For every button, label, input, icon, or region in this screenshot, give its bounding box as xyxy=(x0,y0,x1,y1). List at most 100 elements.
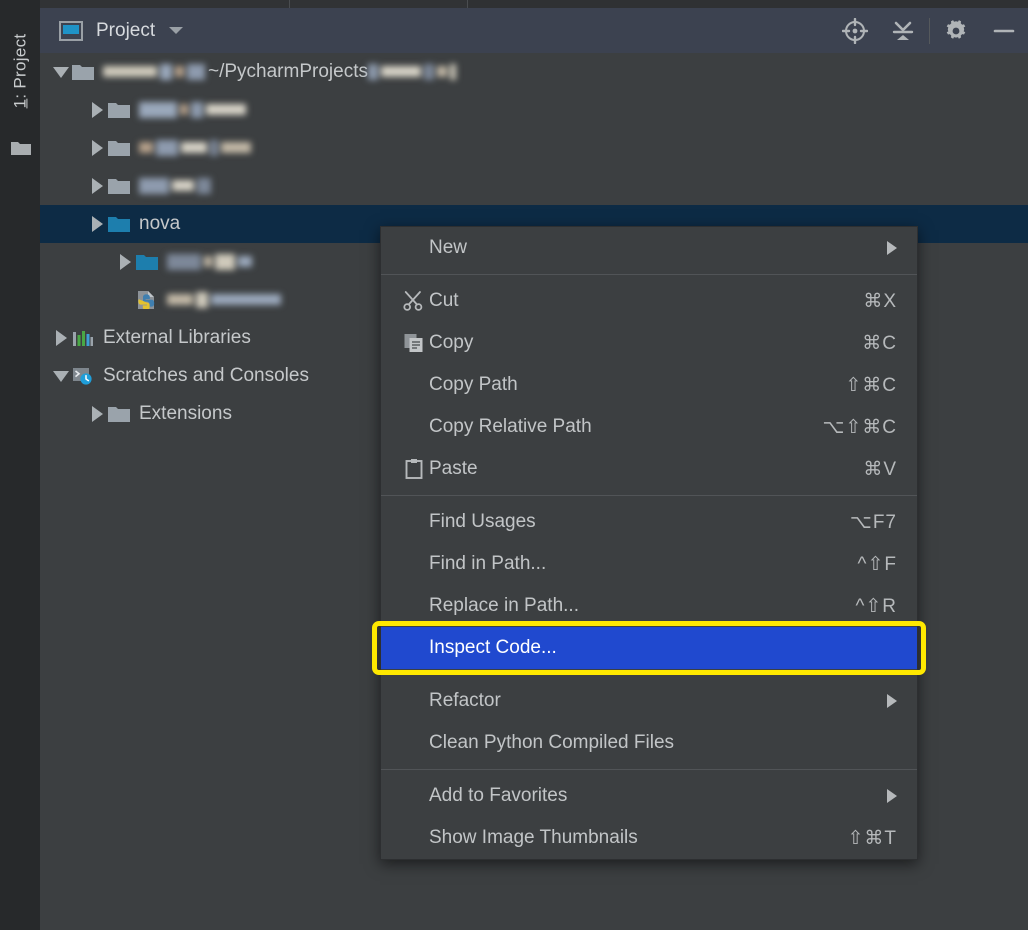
page-title: Project xyxy=(96,19,156,41)
menu-item-new[interactable]: New xyxy=(381,227,917,269)
chevron-down-icon[interactable] xyxy=(169,27,184,34)
expand-arrow-icon[interactable] xyxy=(86,406,108,422)
folder-icon xyxy=(72,63,94,81)
menu-separator xyxy=(381,674,917,675)
tree-item-label: External Libraries xyxy=(103,327,251,348)
menu-item-label: Clean Python Compiled Files xyxy=(429,732,675,753)
menu-item-add-to-favorites[interactable]: Add to Favorites xyxy=(381,775,917,817)
folder-icon xyxy=(108,139,130,157)
menu-item-label: New xyxy=(429,237,468,258)
expand-arrow-icon[interactable] xyxy=(114,254,136,270)
tree-item-label: Extensions xyxy=(139,403,232,424)
menu-item-shortcut: ⌘V xyxy=(863,458,897,480)
menu-item-find-usages[interactable]: Find Usages ⌥F7 xyxy=(381,501,917,543)
menu-item-refactor[interactable]: Refactor xyxy=(381,680,917,722)
redacted-text xyxy=(139,99,249,121)
redacted-text xyxy=(167,251,255,273)
menu-item-label: Find in Path... xyxy=(429,553,547,574)
collapse-all-icon[interactable] xyxy=(879,8,927,53)
folder-redacted-3[interactable] xyxy=(40,167,1028,205)
menu-item-label: Copy xyxy=(429,332,474,353)
menu-item-label: Find Usages xyxy=(429,511,536,532)
menu-item-shortcut: ^⇧R xyxy=(855,595,897,617)
gear-icon[interactable] xyxy=(932,8,980,53)
expand-arrow-icon[interactable] xyxy=(86,140,108,156)
submenu-arrow-icon xyxy=(887,694,897,708)
menu-separator xyxy=(381,274,917,275)
menu-item-label: Paste xyxy=(429,458,478,479)
menu-separator xyxy=(381,769,917,770)
python-file-icon xyxy=(136,291,158,310)
editor-tab-strip xyxy=(0,0,1028,8)
folder-icon xyxy=(136,253,158,271)
menu-item-label: Copy Path xyxy=(429,374,518,395)
editor-tab[interactable] xyxy=(290,0,468,8)
pycharm-window: 1: Project Project ~/PycharmProjects nov… xyxy=(0,0,1028,930)
menu-item-find-in-path[interactable]: Find in Path... ^⇧F xyxy=(381,543,917,585)
folder-icon xyxy=(108,405,130,423)
tool-window-bar-left: 1: Project xyxy=(0,0,40,930)
scratches-icon xyxy=(72,367,94,385)
tree-item-label: Scratches and Consoles xyxy=(103,365,309,386)
project-panel-header: Project xyxy=(40,8,1028,53)
folder-redacted-1[interactable] xyxy=(40,91,1028,129)
expand-arrow-icon[interactable] xyxy=(86,178,108,194)
menu-item-label: Cut xyxy=(429,290,459,311)
external-libraries-icon xyxy=(72,329,94,347)
menu-item-shortcut: ⌘C xyxy=(862,332,897,354)
menu-item-copy-path[interactable]: Copy Path ⇧⌘C xyxy=(381,364,917,406)
menu-item-show-image-thumbnails[interactable]: Show Image Thumbnails ⇧⌘T xyxy=(381,817,917,859)
sidebar-item-project[interactable]: 1: Project xyxy=(0,8,40,133)
folder-icon xyxy=(108,101,130,119)
editor-tab[interactable] xyxy=(40,0,290,8)
redacted-text xyxy=(103,61,208,83)
redacted-text xyxy=(167,289,284,311)
redacted-text xyxy=(367,61,459,83)
project-window-icon xyxy=(59,20,83,41)
redacted-text xyxy=(139,175,214,197)
toolbar-divider xyxy=(929,17,930,44)
menu-item-clean-python-compiled-files[interactable]: Clean Python Compiled Files xyxy=(381,722,917,764)
menu-item-cut[interactable]: Cut ⌘X xyxy=(381,280,917,322)
menu-item-paste[interactable]: Paste ⌘V xyxy=(381,448,917,490)
menu-item-shortcut: ⌥⇧⌘C xyxy=(822,416,897,438)
menu-separator xyxy=(381,495,917,496)
folder-redacted-2[interactable] xyxy=(40,129,1028,167)
menu-item-copy[interactable]: Copy ⌘C xyxy=(381,322,917,364)
tree-item-label: ~/PycharmProjects xyxy=(208,61,368,82)
collapse-arrow-icon[interactable] xyxy=(50,66,72,78)
context-menu[interactable]: New Cut ⌘X Copy ⌘C Copy Path ⇧⌘C Copy Relative … xyxy=(372,226,926,860)
menu-item-label: Replace in Path... xyxy=(429,595,579,616)
tree-item-label: nova xyxy=(139,213,181,234)
clipboard-icon xyxy=(399,458,429,480)
menu-item-label: Copy Relative Path xyxy=(429,416,592,437)
menu-item-label: Inspect Code... xyxy=(429,637,557,658)
menu-item-copy-relative-path[interactable]: Copy Relative Path ⌥⇧⌘C xyxy=(381,406,917,448)
menu-item-label: Show Image Thumbnails xyxy=(429,827,638,848)
menu-item-shortcut: ^⇧F xyxy=(857,553,897,575)
submenu-arrow-icon xyxy=(887,789,897,803)
project-root[interactable]: ~/PycharmProjects xyxy=(40,53,1028,91)
locate-target-icon[interactable] xyxy=(831,8,879,53)
folder-icon xyxy=(11,140,31,156)
menu-item-label: Add to Favorites xyxy=(429,785,568,806)
menu-item-shortcut: ⌥F7 xyxy=(849,511,897,533)
menu-item-label: Refactor xyxy=(429,690,501,711)
submenu-arrow-icon xyxy=(887,241,897,255)
expand-arrow-icon[interactable] xyxy=(50,330,72,346)
expand-arrow-icon[interactable] xyxy=(86,102,108,118)
expand-arrow-icon[interactable] xyxy=(86,216,108,232)
panel-toolbar xyxy=(831,8,1028,53)
redacted-text xyxy=(139,137,254,159)
folder-icon xyxy=(108,215,130,233)
menu-item-inspect-code[interactable]: Inspect Code... xyxy=(372,621,926,675)
collapse-arrow-icon[interactable] xyxy=(50,370,72,382)
menu-item-replace-in-path[interactable]: Replace in Path... ^⇧R xyxy=(381,585,917,627)
menu-item-shortcut: ⌘X xyxy=(863,290,897,312)
sidebar-item-project-label: 1: Project xyxy=(10,33,30,108)
scissors-icon xyxy=(399,290,429,312)
menu-item-shortcut: ⇧⌘T xyxy=(847,827,897,849)
minimize-icon[interactable] xyxy=(980,8,1028,53)
menu-item-shortcut: ⇧⌘C xyxy=(845,374,897,396)
copy-icon xyxy=(399,332,429,354)
